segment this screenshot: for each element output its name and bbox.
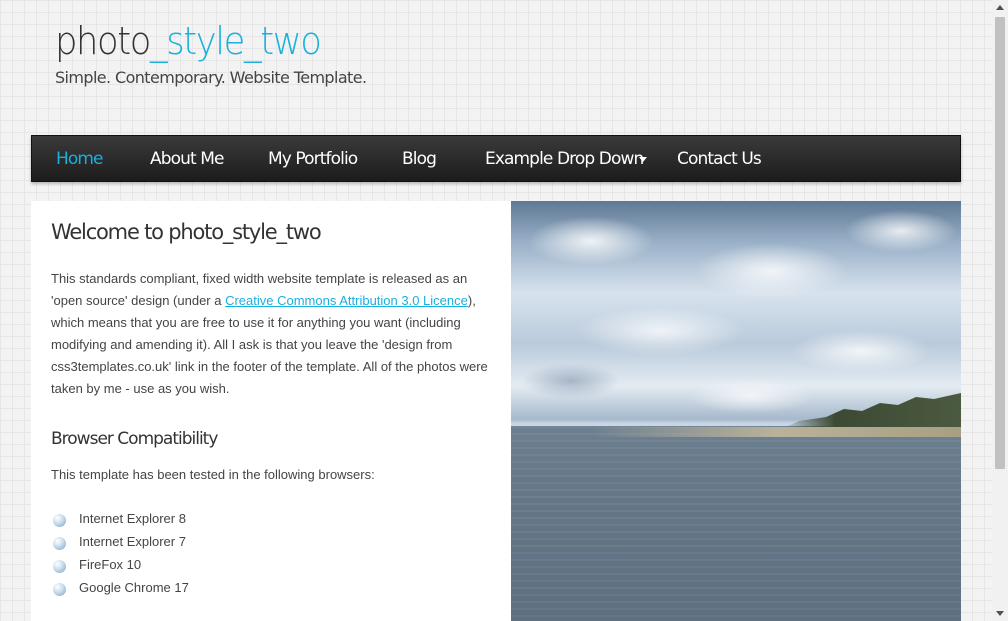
photo-sea [511, 426, 961, 621]
scroll-down-arrow-icon[interactable] [996, 611, 1004, 616]
bullet-icon [53, 583, 66, 596]
browser-label: Internet Explorer 7 [79, 534, 186, 549]
menu-item-home[interactable]: Home [56, 136, 104, 181]
browser-label: Google Chrome 17 [79, 580, 189, 595]
menu-item-blog[interactable]: Blog [402, 136, 437, 181]
page-heading: Welcome to photo_style_two [51, 220, 322, 244]
photo-clouds [511, 201, 961, 426]
vertical-scrollbar[interactable] [992, 0, 1008, 621]
photo-shore [591, 427, 961, 437]
site-title-part2: _style_two [149, 19, 322, 63]
browser-label: FireFox 10 [79, 557, 142, 572]
menu-item-contact-us[interactable]: Contact Us [677, 136, 762, 181]
seascape-photo [511, 201, 961, 621]
bullet-icon [53, 514, 66, 527]
menu-item-example-drop-down[interactable]: Example Drop Down [485, 136, 644, 181]
licence-link[interactable]: Creative Commons Attribution 3.0 Licence [225, 293, 468, 308]
site-title[interactable]: photo_style_two [55, 18, 345, 64]
content-panel: Welcome to photo_style_two This standard… [31, 201, 511, 621]
bullet-icon [53, 537, 66, 550]
intro-paragraph: This standards compliant, fixed width we… [51, 268, 496, 400]
logo[interactable]: photo_style_two Simple. Contemporary. We… [55, 18, 367, 87]
main-menu: Home About Me My Portfolio Blog Example … [31, 135, 961, 182]
menu-item-about-me[interactable]: About Me [150, 136, 224, 181]
dropdown-arrow-icon[interactable] [639, 157, 647, 162]
site-title-part1: photo [55, 19, 151, 63]
bullet-icon [53, 560, 66, 573]
browsers-intro-text: This template has been tested in the fol… [51, 467, 375, 482]
site-slogan: Simple. Contemporary. Website Template. [55, 68, 367, 87]
browser-label: Internet Explorer 8 [79, 511, 186, 526]
menu-item-my-portfolio[interactable]: My Portfolio [268, 136, 358, 181]
scroll-up-arrow-icon[interactable] [996, 5, 1004, 10]
browser-compatibility-heading: Browser Compatibility [51, 429, 218, 449]
page: photo_style_two Simple. Contemporary. We… [0, 0, 992, 621]
intro-text-end: ), which means that you are free to use … [51, 293, 488, 396]
scrollbar-thumb[interactable] [995, 17, 1005, 469]
